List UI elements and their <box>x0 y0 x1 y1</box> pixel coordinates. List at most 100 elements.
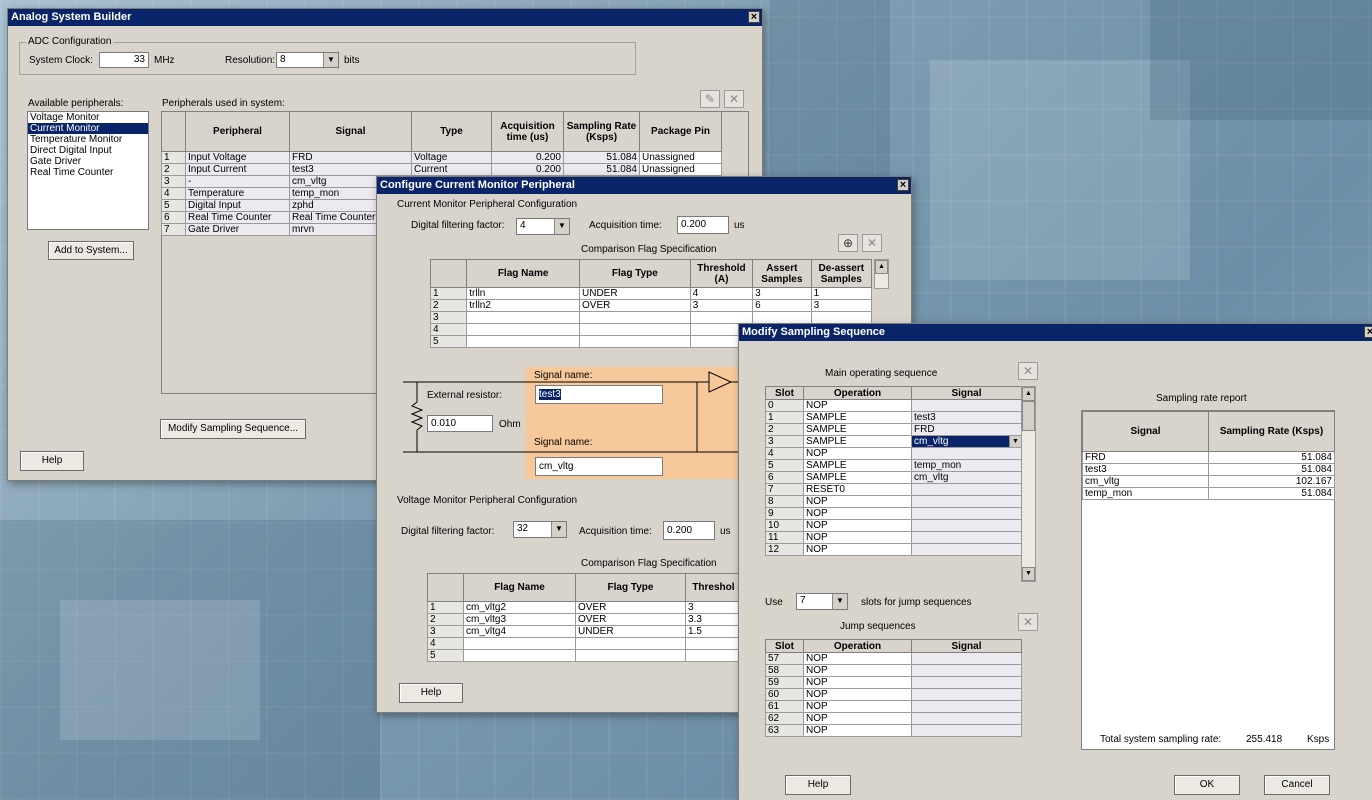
cell-flag-name[interactable] <box>463 649 576 662</box>
table-row[interactable]: 2 trlln2 OVER 3 6 3 <box>429 299 873 312</box>
col-header-slot[interactable]: Slot <box>765 386 804 400</box>
list-item[interactable]: Real Time Counter <box>28 167 148 178</box>
cell-signal[interactable]: test3 <box>289 163 412 176</box>
cell-flag-type[interactable] <box>575 649 686 662</box>
col-header-sampling-rate[interactable]: Sampling Rate (Ksps) <box>1208 411 1335 452</box>
table-row[interactable]: 1 Input Voltage FRD Voltage 0.200 51.084… <box>161 151 722 164</box>
cell-acquisition[interactable]: 0.200 <box>491 151 564 164</box>
col-header-signal[interactable]: Signal <box>911 386 1022 400</box>
cell-operation[interactable]: NOP <box>803 688 912 701</box>
cell-signal[interactable]: temp_mon <box>911 459 1022 472</box>
table-row[interactable]: 4 NOP <box>765 447 1022 460</box>
resolution-select[interactable]: 8 ▼ <box>276 52 339 68</box>
table-row[interactable]: 58 NOP <box>765 664 1022 677</box>
col-header-operation[interactable]: Operation <box>803 639 912 653</box>
list-item[interactable]: Current Monitor <box>28 123 148 134</box>
cell-flag-name[interactable]: trlln <box>466 287 580 300</box>
cell-operation[interactable]: SAMPLE <box>803 435 912 448</box>
col-header-acquisition[interactable]: Acquisition time (us) <box>491 111 564 152</box>
cell-assert[interactable]: 3 <box>752 287 812 300</box>
col-header-package-pin[interactable]: Package Pin <box>639 111 722 152</box>
modify-sampling-sequence-button[interactable]: Modify Sampling Sequence... <box>160 419 306 439</box>
ccm-close-button[interactable]: × <box>897 179 909 191</box>
list-item[interactable]: Temperature Monitor <box>28 134 148 145</box>
external-resistor-input[interactable]: 0.010 <box>427 415 493 432</box>
cell-flag-name[interactable]: cm_vltg3 <box>463 613 576 626</box>
table-row[interactable]: 0 NOP <box>765 399 1022 412</box>
table-row[interactable]: 5 <box>427 649 758 662</box>
col-header-signal[interactable]: Signal <box>289 111 412 152</box>
cell-signal[interactable] <box>911 531 1022 544</box>
col-header-signal[interactable]: Signal <box>911 639 1022 653</box>
cell-sampling-rate[interactable]: 51.084 <box>563 163 640 176</box>
table-row[interactable]: 7 RESET0 <box>765 483 1022 496</box>
cell-operation[interactable]: SAMPLE <box>803 423 912 436</box>
cell-operation[interactable]: SAMPLE <box>803 471 912 484</box>
cell-operation[interactable]: NOP <box>803 495 912 508</box>
cell-signal[interactable]: test3 <box>911 411 1022 424</box>
flag-table-scrollbar[interactable]: ▲ <box>874 259 889 289</box>
cell-operation[interactable]: NOP <box>803 543 912 556</box>
col-header-flag-type[interactable]: Flag Type <box>579 259 691 288</box>
main-sequence-scrollbar[interactable]: ▲ ▼ <box>1021 386 1036 582</box>
cell-operation[interactable]: NOP <box>803 712 912 725</box>
table-row[interactable]: 61 NOP <box>765 700 1022 713</box>
cell-peripheral[interactable]: Input Voltage <box>185 151 290 164</box>
cell-acquisition[interactable]: 0.200 <box>491 163 564 176</box>
cell-flag-type[interactable]: OVER <box>579 299 691 312</box>
cancel-button[interactable]: Cancel <box>1264 775 1330 795</box>
delete-flag-button[interactable]: ✕ <box>862 234 882 252</box>
col-header-flag-type[interactable]: Flag Type <box>575 573 686 602</box>
table-row[interactable]: 3 SAMPLE cm_vltg ▼ <box>765 435 1022 448</box>
cell-flag-name[interactable] <box>466 311 580 324</box>
table-row[interactable]: 2 Input Current test3 Current 0.200 51.0… <box>161 163 722 176</box>
list-item[interactable]: Direct Digital Input <box>28 145 148 156</box>
mss-help-button[interactable]: Help <box>785 775 851 795</box>
cell-operation[interactable]: NOP <box>803 447 912 460</box>
cell-flag-type[interactable] <box>579 311 691 324</box>
cell-signal[interactable]: cm_vltg <box>911 471 1022 484</box>
cell-operation[interactable]: SAMPLE <box>803 459 912 472</box>
cell-operation[interactable]: NOP <box>803 519 912 532</box>
scroll-up-icon[interactable]: ▲ <box>1022 387 1035 401</box>
available-peripherals-list[interactable]: Voltage Monitor Current Monitor Temperat… <box>27 111 149 230</box>
col-header-threshold[interactable]: Threshold (A) <box>689 259 754 288</box>
cell-signal[interactable] <box>911 447 1022 460</box>
col-header-flag-name[interactable]: Flag Name <box>463 573 576 602</box>
cell-signal[interactable] <box>911 688 1022 701</box>
cell-signal-selected[interactable]: cm_vltg ▼ <box>911 435 1022 448</box>
table-row[interactable]: 1 cm_vltg2 OVER 3 <box>427 601 758 614</box>
cell-operation[interactable]: NOP <box>803 399 912 412</box>
col-header-sampling-rate[interactable]: Sampling Rate (Ksps) <box>563 111 640 152</box>
cell-signal[interactable] <box>911 519 1022 532</box>
cell-threshold[interactable] <box>689 311 754 324</box>
cell-peripheral[interactable]: Temperature <box>185 187 290 200</box>
cell-flag-type[interactable]: OVER <box>575 601 686 614</box>
cell-flag-name[interactable] <box>466 335 580 348</box>
cell-flag-name[interactable] <box>463 637 576 650</box>
cell-signal[interactable]: FRD <box>289 151 412 164</box>
asb-close-button[interactable]: × <box>748 11 760 23</box>
table-row[interactable]: 2 cm_vltg3 OVER 3.3 <box>427 613 758 626</box>
cell-operation[interactable]: NOP <box>803 676 912 689</box>
remove-peripheral-button[interactable]: ✕ <box>724 90 744 108</box>
table-row[interactable]: 62 NOP <box>765 712 1022 725</box>
col-header-assert[interactable]: Assert Samples <box>752 259 812 288</box>
ccm-help-button[interactable]: Help <box>399 683 463 703</box>
cell-signal[interactable] <box>911 543 1022 556</box>
acquisition-time-input[interactable]: 0.200 <box>677 216 729 234</box>
cell-flag-type[interactable]: UNDER <box>579 287 691 300</box>
list-item[interactable]: Gate Driver <box>28 156 148 167</box>
ok-button[interactable]: OK <box>1174 775 1240 795</box>
table-row[interactable]: 1 trlln UNDER 4 3 1 <box>429 287 873 300</box>
cell-operation[interactable]: NOP <box>803 507 912 520</box>
cell-signal[interactable] <box>911 712 1022 725</box>
col-header-type[interactable]: Type <box>411 111 492 152</box>
cell-signal[interactable] <box>911 399 1022 412</box>
cell-operation[interactable]: SAMPLE <box>803 411 912 424</box>
table-row[interactable]: 60 NOP <box>765 688 1022 701</box>
chevron-down-icon[interactable]: ▼ <box>1009 436 1021 447</box>
table-row[interactable]: 3 <box>429 311 873 324</box>
table-row[interactable]: 8 NOP <box>765 495 1022 508</box>
clear-main-sequence-button[interactable]: ✕ <box>1018 362 1038 380</box>
